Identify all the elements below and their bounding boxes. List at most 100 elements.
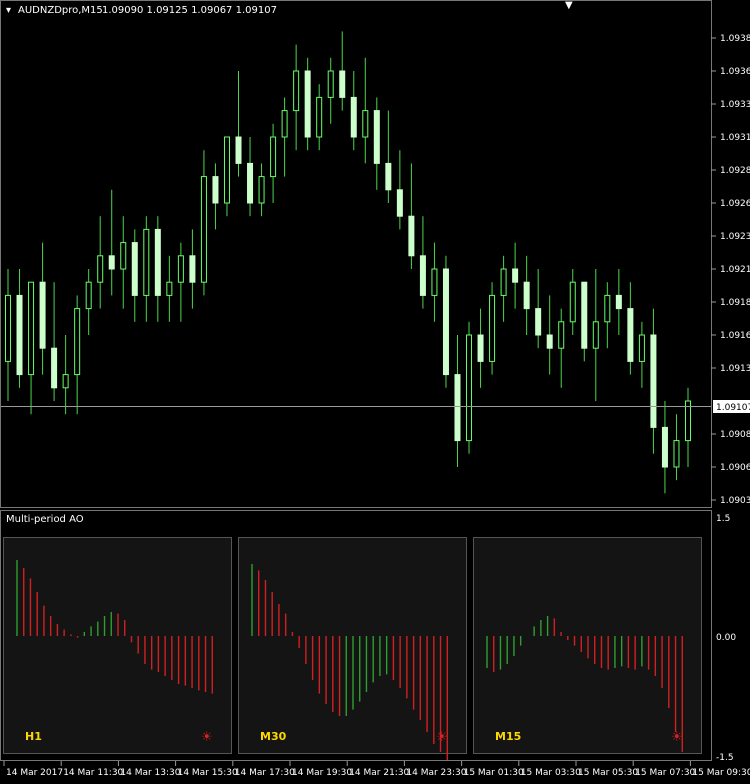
price-tick-label: 1.09035 [720,496,750,506]
time-tick-label: 14 Mar 19:30 [292,768,352,778]
time-tick-label: 15 Mar 03:30 [521,768,581,778]
bear-candle [51,347,58,389]
bear-candle [627,308,634,362]
bull-candle [638,334,645,362]
bull-candle [200,176,207,283]
ohlc-values: 1.09090 1.09125 1.09067 1.09107 [102,5,277,16]
symbol-title: AUDNZDpro,M15 [18,5,103,16]
bear-candle [408,215,415,257]
price-tick-label: 1.09210 [720,265,750,275]
bear-candle [535,308,542,336]
price-tick-label: 1.09235 [720,232,750,242]
price-tick-label: 1.09360 [720,67,750,77]
bear-candle [339,70,346,98]
time-tick-label: 14 Mar 23:30 [406,768,466,778]
time-tick-label: 15 Mar 09:30 [692,768,750,778]
time-tick-label: 15 Mar 07:30 [635,768,695,778]
bull-candle [85,281,92,310]
price-axis: 1.09385 1.09360 1.09335 1.09310 1.09285 1.092… [711,34,750,506]
price-tick-label: 1.09060 [720,463,750,473]
bull-candle [489,294,496,362]
bear-candle [650,334,657,428]
bull-candle [500,268,507,296]
bug-icon[interactable]: ☀ [436,730,448,745]
indicator-scale-top: 1.5 [716,514,730,524]
price-tick-label: 1.09160 [720,331,750,341]
bear-candle [131,242,138,296]
bull-candle [558,321,565,349]
bear-candle [661,426,668,468]
ao-panel-label: M30 [260,730,287,743]
bear-candle [454,374,461,442]
bear-candle [16,294,23,376]
time-tick-label: 15 Mar 01:30 [464,768,524,778]
bull-candle [316,96,323,138]
bear-candle [615,294,622,310]
bear-candle [235,136,242,164]
ao-panels: H1 ☀ M30 ☀ M15 ☀ [3,537,702,760]
bull-candle [62,374,69,389]
price-tick-label: 1.09385 [720,34,750,44]
chart-canvas[interactable]: ▾ AUDNZDpro,M15 1.09090 1.09125 1.09067 … [0,0,750,780]
bull-candle [327,70,334,98]
bull-candle [569,281,576,323]
price-tick-label: 1.09335 [720,100,750,110]
bear-candle [523,281,530,310]
bear-candle [154,228,161,296]
mt4-chart-window: ▾ AUDNZDpro,M15 1.09090 1.09125 1.09067 … [0,0,750,780]
bear-candle [247,162,254,204]
bull-candle [673,440,680,468]
indicator-scale-bottom: -1.5 [716,753,734,763]
time-tick-label: 14 Mar 2017 [6,768,63,778]
time-tick-label: 14 Mar 11:30 [63,768,123,778]
bull-candle [97,255,104,283]
bull-candle [166,281,173,296]
price-tick-label: 1.09185 [720,298,750,308]
bug-icon[interactable]: ☀ [201,730,213,745]
ao-panel-label: M15 [495,730,521,743]
time-tick-label: 15 Mar 05:30 [578,768,638,778]
bear-candle [477,334,484,362]
bull-candle [270,136,277,178]
bull-candle [466,334,473,442]
ao-panel-label: H1 [25,730,42,743]
bear-candle [385,162,392,191]
bull-candle [592,321,599,349]
time-tick-label: 14 Mar 15:30 [178,768,238,778]
price-tick-label: 1.09085 [720,430,750,440]
bear-candle [581,281,588,349]
bear-candle [350,96,357,138]
time-tick-label: 14 Mar 13:30 [120,768,180,778]
indicator-title: Multi-period AO [6,514,84,525]
bear-candle [39,281,46,349]
bear-candle [108,255,115,270]
bull-candle [223,136,230,204]
bull-candle [177,255,184,283]
bull-candle [258,176,265,204]
scroll-triangle-icon[interactable]: ▼ [565,0,573,11]
bull-candle [5,294,11,362]
price-tick-label: 1.09310 [720,133,750,143]
bull-candle [362,110,369,138]
bear-candle [512,268,519,283]
bull-candle [431,268,438,296]
time-tick-label: 14 Mar 17:30 [235,768,295,778]
bug-icon[interactable]: ☀ [671,730,683,745]
bear-candle [396,189,403,217]
bull-candle [281,110,288,138]
bull-candle [143,228,150,296]
indicator-scale-zero: 0.00 [716,633,736,643]
bear-candle [373,110,380,164]
bear-candle [546,334,553,349]
bear-candle [189,255,196,283]
bear-candle [212,176,219,204]
chart-title-arrow[interactable]: ▾ [6,5,11,16]
price-tick-label: 1.09260 [720,199,750,209]
current-price-label: 1.09107 [716,403,750,413]
bull-candle [74,308,81,376]
main-chart-area[interactable] [0,0,712,508]
price-tick-label: 1.09285 [720,166,750,176]
bull-candle [604,294,611,323]
bull-candle [293,70,300,112]
bear-candle [419,255,426,296]
